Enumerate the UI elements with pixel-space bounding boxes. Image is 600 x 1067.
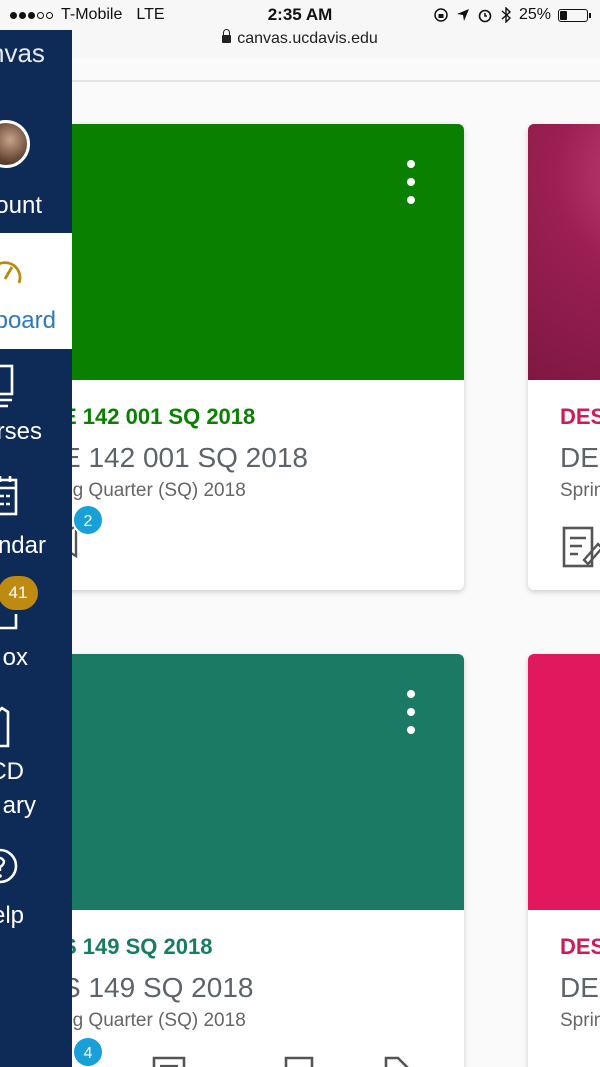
inbox-unread-badge: 41	[0, 576, 38, 610]
nav-item-label: ount	[0, 192, 42, 219]
announcements-badge: 2	[72, 504, 104, 536]
announcements-badge: 4	[72, 1036, 104, 1067]
course-card[interactable]: DES DES Sprin	[528, 124, 600, 590]
rotation-lock-icon	[434, 8, 448, 22]
card-options-icon[interactable]	[404, 160, 418, 204]
course-card[interactable]: E 142 001 SQ 2018 E 142 001 SQ 2018 ng Q…	[40, 124, 464, 590]
course-code[interactable]: S 149 SQ 2018	[62, 934, 212, 960]
card-options-icon[interactable]	[404, 690, 418, 734]
discussions-icon[interactable]	[284, 1056, 314, 1067]
url-text: canvas.ucdavis.edu	[237, 30, 378, 47]
page: { "status_bar": { "carrier": "T-Mobile",…	[0, 0, 600, 1067]
alarm-icon	[478, 9, 492, 23]
canvas-logo: nvas	[0, 38, 45, 68]
course-code[interactable]: DES	[560, 934, 600, 960]
nav-item-label: board	[0, 307, 56, 334]
assignments-icon[interactable]	[152, 1056, 186, 1067]
nav-item-label: ox	[2, 644, 28, 671]
nav-item-label: CD	[0, 758, 24, 785]
location-icon	[456, 9, 469, 21]
status-bar: T-Mobile LTE 2:35 AM 25%	[0, 0, 600, 30]
nav-item-calendar[interactable]: ndar	[0, 470, 72, 560]
course-code[interactable]: E 142 001 SQ 2018	[62, 404, 255, 430]
header-divider	[72, 80, 600, 82]
lock-icon	[222, 29, 232, 43]
battery-percent: 25%	[518, 6, 551, 23]
course-card-hero[interactable]	[528, 654, 600, 910]
status-right: 25%	[433, 6, 591, 24]
bluetooth-icon	[501, 7, 511, 23]
nav-item-label: elp	[0, 902, 24, 929]
nav-item-library[interactable]: CD ary	[0, 706, 72, 826]
course-card-hero[interactable]	[528, 124, 600, 380]
courses-icon	[0, 364, 14, 408]
nav-item-account[interactable]: ount	[0, 192, 72, 228]
course-term: Sprin	[560, 1010, 600, 1031]
assignments-icon[interactable]	[562, 526, 600, 570]
nav-item-label-line2: ary	[2, 792, 36, 819]
nav-item-dashboard[interactable]: board	[0, 233, 72, 349]
account-avatar[interactable]	[0, 120, 30, 168]
course-card[interactable]: DES DES Sprin	[528, 654, 600, 1067]
course-name: DES	[560, 972, 600, 1003]
help-icon	[0, 848, 18, 884]
course-name: S 149 SQ 2018	[62, 972, 254, 1003]
calendar-icon	[0, 476, 18, 516]
nav-item-label: rses	[0, 418, 42, 445]
global-nav: nvas ount board rses ndar	[0, 30, 72, 1067]
course-name: DES	[560, 442, 600, 473]
course-term: ng Quarter (SQ) 2018	[62, 1010, 246, 1031]
nav-item-label: ndar	[0, 532, 46, 559]
url-bar[interactable]: canvas.ucdavis.edu	[0, 29, 600, 58]
dashboard-icon	[0, 261, 22, 284]
battery-icon	[558, 8, 591, 22]
course-term: Sprin	[560, 480, 600, 501]
nav-item-help[interactable]: elp	[0, 844, 72, 934]
inbox-icon	[0, 614, 18, 630]
course-card-hero[interactable]	[40, 654, 464, 910]
course-name: E 142 001 SQ 2018	[62, 442, 308, 473]
nav-item-courses[interactable]: rses	[0, 360, 72, 450]
course-code[interactable]: DES	[560, 404, 600, 430]
nav-item-inbox[interactable]: ox	[0, 610, 72, 690]
course-term: ng Quarter (SQ) 2018	[62, 480, 246, 501]
course-card-hero[interactable]	[40, 124, 464, 380]
course-card[interactable]: S 149 SQ 2018 S 149 SQ 2018 ng Quarter (…	[40, 654, 464, 1067]
files-icon[interactable]	[384, 1056, 410, 1067]
library-icon	[0, 706, 10, 748]
